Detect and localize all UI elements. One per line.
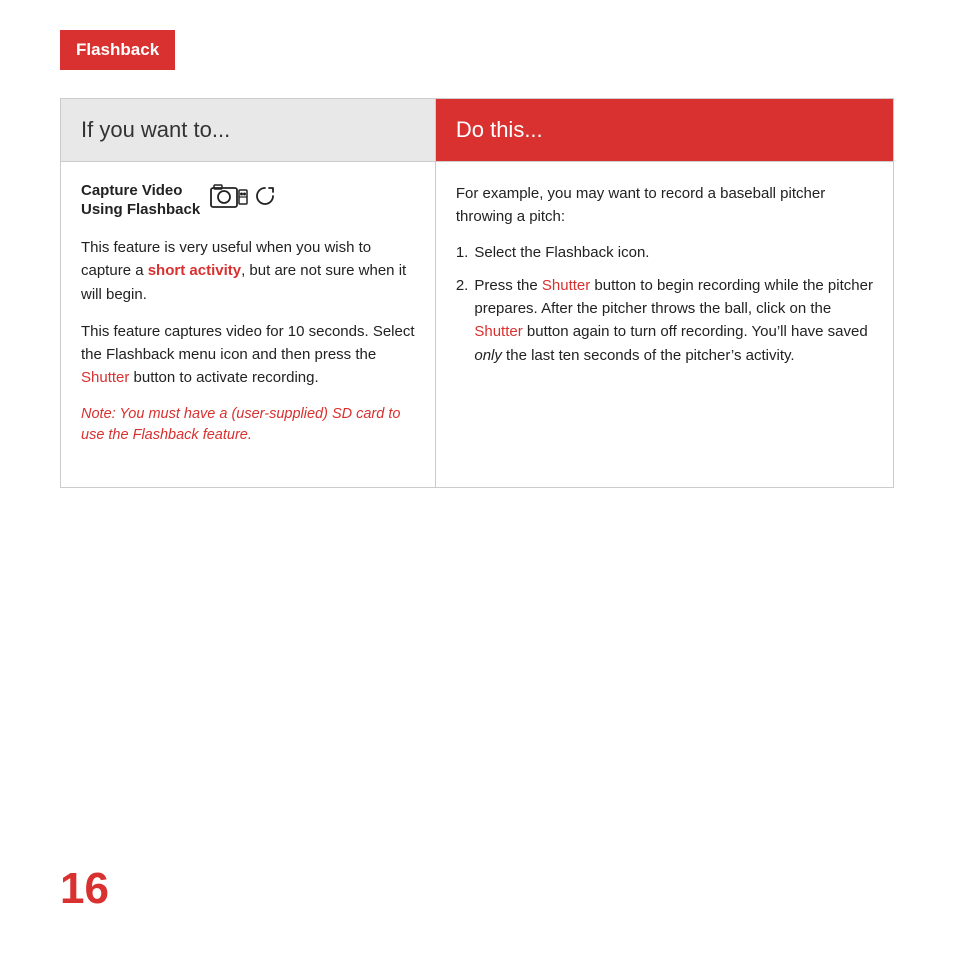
page-title: Flashback — [76, 40, 159, 59]
step-1-num: 1. — [456, 241, 469, 264]
step-2-before: Press the — [474, 277, 542, 294]
capture-heading-line1: Capture Video — [81, 182, 200, 199]
step-2-end: the last ten seconds of the pitcher’s ac… — [502, 347, 795, 364]
step-2-red1: Shutter — [542, 277, 590, 294]
rotate-icon — [254, 185, 276, 207]
page-number: 16 — [60, 864, 109, 914]
step-2-red2: Shutter — [474, 323, 522, 340]
right-intro: For example, you may want to record a ba… — [456, 182, 873, 229]
left-para-2: This feature captures video for 10 secon… — [81, 320, 415, 390]
capture-video-heading-text: Capture Video Using Flashback — [81, 182, 200, 220]
page: Flashback If you want to... Do this... — [0, 0, 954, 954]
camera-icon — [210, 182, 248, 210]
step-2: 2. Press the Shutter button to begin rec… — [456, 274, 873, 367]
left-para1-bold-red: short activity — [148, 262, 241, 279]
col-right-header: Do this... — [435, 99, 893, 162]
steps-list: 1. Select the Flashback icon. 2. Press t… — [456, 241, 873, 367]
step-2-italic: only — [474, 347, 502, 364]
step-2-text: Press the Shutter button to begin record… — [474, 274, 873, 367]
step-1: 1. Select the Flashback icon. — [456, 241, 873, 264]
left-para2-red: Shutter — [81, 369, 129, 386]
camera-icons — [210, 182, 276, 210]
left-para2-after: button to activate recording. — [129, 369, 318, 386]
right-content: For example, you may want to record a ba… — [435, 162, 893, 488]
left-heading: If you want to... — [81, 117, 415, 143]
left-para2-before: This feature captures video for 10 secon… — [81, 323, 415, 363]
left-content: Capture Video Using Flashback — [61, 162, 436, 488]
left-para-1: This feature is very useful when you wis… — [81, 236, 415, 306]
step-2-num: 2. — [456, 274, 469, 367]
step-2-after: button again to turn off recording. You’… — [523, 323, 868, 340]
left-note-text: Note: You must have a (user-supplied) SD… — [81, 406, 400, 444]
step-1-text: Select the Flashback icon. — [474, 241, 649, 264]
capture-video-heading-row: Capture Video Using Flashback — [81, 182, 415, 220]
right-heading: Do this... — [456, 117, 873, 143]
col-left-header: If you want to... — [61, 99, 436, 162]
main-table: If you want to... Do this... Capture Vid… — [60, 98, 894, 488]
capture-heading-line2: Using Flashback — [81, 201, 200, 218]
header-bar: Flashback — [60, 30, 175, 70]
left-note: Note: You must have a (user-supplied) SD… — [81, 404, 415, 448]
